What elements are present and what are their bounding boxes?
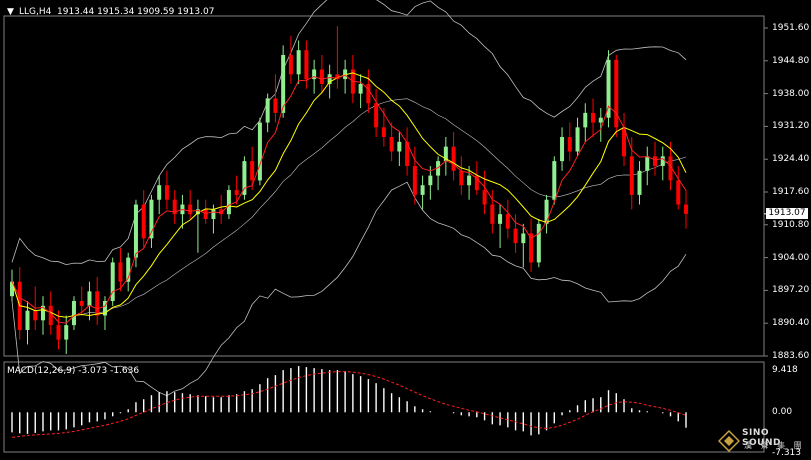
price-tick-label: 1904.00 <box>772 252 810 263</box>
macd-tick-label: 0.00 <box>772 407 793 418</box>
price-tick-label: 1897.20 <box>772 285 810 296</box>
candle-body <box>567 137 572 152</box>
candle-body <box>498 214 503 224</box>
candle-body <box>79 301 84 306</box>
price-tick-label: 1951.60 <box>772 23 810 33</box>
price-tick-label: 1924.40 <box>772 154 810 165</box>
candle-body <box>33 310 38 321</box>
candle-body <box>273 98 278 113</box>
candle-body <box>25 310 30 330</box>
candle-body <box>381 127 386 138</box>
candle-body <box>87 291 92 306</box>
candle-body <box>319 69 324 84</box>
candle-body <box>296 50 301 75</box>
candle-body <box>513 228 518 244</box>
candle-body <box>257 122 262 181</box>
candle-body <box>560 137 565 162</box>
main-panel-frame <box>3 15 765 357</box>
candle-body <box>389 137 394 152</box>
price-tick-label: 1938.00 <box>772 88 810 99</box>
candle-body <box>645 156 650 171</box>
candle-body <box>552 161 557 200</box>
candle-body <box>482 190 487 205</box>
candle-body <box>71 301 76 326</box>
candle-body <box>64 325 69 340</box>
candle-body <box>412 165 417 195</box>
candle-body <box>250 161 255 181</box>
candle-body <box>374 103 379 128</box>
candle-body <box>141 204 146 239</box>
candle-body <box>133 204 138 258</box>
current-price-marker: 1913.07 <box>766 208 808 219</box>
candle-body <box>637 170 642 195</box>
candle-body <box>157 185 162 200</box>
price-tick-label: 1910.80 <box>772 219 810 230</box>
price-tick-label: 1917.60 <box>772 187 810 197</box>
candle-body <box>459 170 464 186</box>
candle-body <box>467 175 472 186</box>
candle-body <box>598 117 603 123</box>
price-tick-label: 1944.80 <box>772 55 810 66</box>
candle-body <box>629 156 634 195</box>
price-tick-label: 1931.20 <box>772 121 810 132</box>
candle-body <box>358 83 363 94</box>
logo-subtext: 漢 聲 集 團 <box>744 441 805 450</box>
candle-body <box>288 55 293 75</box>
chart-canvas[interactable] <box>0 0 811 460</box>
candle-body <box>505 214 510 229</box>
candle-body <box>490 204 495 224</box>
candle-body <box>265 98 270 123</box>
candle-body <box>614 59 619 128</box>
price-tick-label: 1883.60 <box>772 351 810 361</box>
candle-body <box>234 190 239 195</box>
candle-body <box>188 204 193 215</box>
candle-body <box>118 262 123 282</box>
candle-body <box>684 204 688 214</box>
candle-body <box>583 112 588 128</box>
diamond-logo-icon <box>718 430 740 452</box>
candle-body <box>544 199 549 224</box>
main-header-dropdown-icon[interactable]: ▼ <box>7 7 14 18</box>
candle-body <box>575 127 580 152</box>
candle-body <box>676 180 681 205</box>
candle-body <box>211 209 216 220</box>
candle-body <box>451 146 456 171</box>
candle-body <box>397 141 402 152</box>
sino-sound-logo: SINO SOUND 漢 聲 集 團 <box>718 426 808 456</box>
candle-body <box>56 325 61 340</box>
candle-body <box>420 185 425 195</box>
candle-body <box>366 83 371 104</box>
macd-header: MACD(12,26,9) -3.073 -1.636 <box>7 366 140 376</box>
candle-body <box>653 156 658 166</box>
candle-body <box>536 223 541 263</box>
candle-body <box>428 175 433 186</box>
candle-body <box>591 112 596 123</box>
candle-body <box>304 50 309 80</box>
chart-window[interactable]: ▼ LLG,H4 1913.44 1915.34 1909.59 1913.07… <box>0 0 811 460</box>
candle-body <box>203 209 208 220</box>
ohlc-values: 1913.44 1915.34 1909.59 1913.07 <box>57 7 215 17</box>
candle-body <box>521 233 526 244</box>
candle-body <box>660 156 665 166</box>
candle-body <box>164 185 169 200</box>
macd-tick-label: 9.418 <box>772 365 798 375</box>
symbol-label: LLG,H4 <box>19 7 52 17</box>
price-tick-label: 1890.40 <box>772 318 810 329</box>
candle-body <box>95 291 100 316</box>
candle-body <box>226 190 231 215</box>
